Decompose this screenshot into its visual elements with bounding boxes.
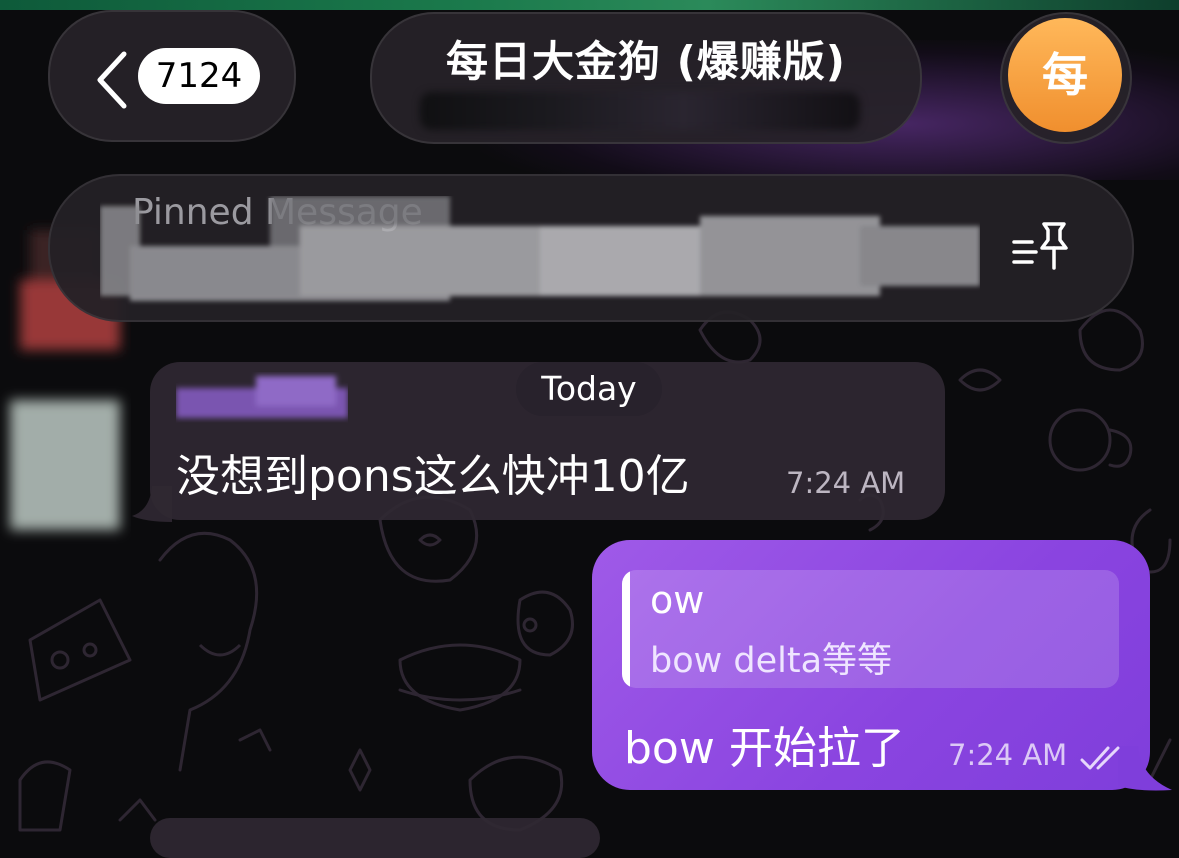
chat-avatar[interactable]: 每 [1008,18,1122,132]
incoming-message-time: 7:24 AM [786,466,906,500]
next-message-bubble-peek [150,818,600,858]
chat-subtitle-redacted [420,92,860,130]
chevron-left-icon [97,51,127,109]
double-check-icon [1080,746,1120,770]
sender-name-redacted [176,376,348,418]
outgoing-message-text: bow 开始拉了 [624,723,905,774]
reply-quote-author: ow [650,578,705,622]
pin-list-icon[interactable] [1010,218,1074,272]
outgoing-message-time: 7:24 AM [948,738,1068,772]
unread-count-badge[interactable]: 7124 [138,48,260,104]
reply-quote-text: bow delta等等 [650,641,893,681]
reply-quote-bar [622,570,630,688]
pinned-content-redacted [100,196,980,301]
date-separator: Today [516,362,662,416]
incoming-message-text: 没想到pons这么快冲10亿 [176,451,690,502]
incoming-bubble-tail [132,486,172,522]
top-glow [0,0,1179,10]
chat-title[interactable]: 每日大金狗 (爆赚版) [370,28,922,89]
